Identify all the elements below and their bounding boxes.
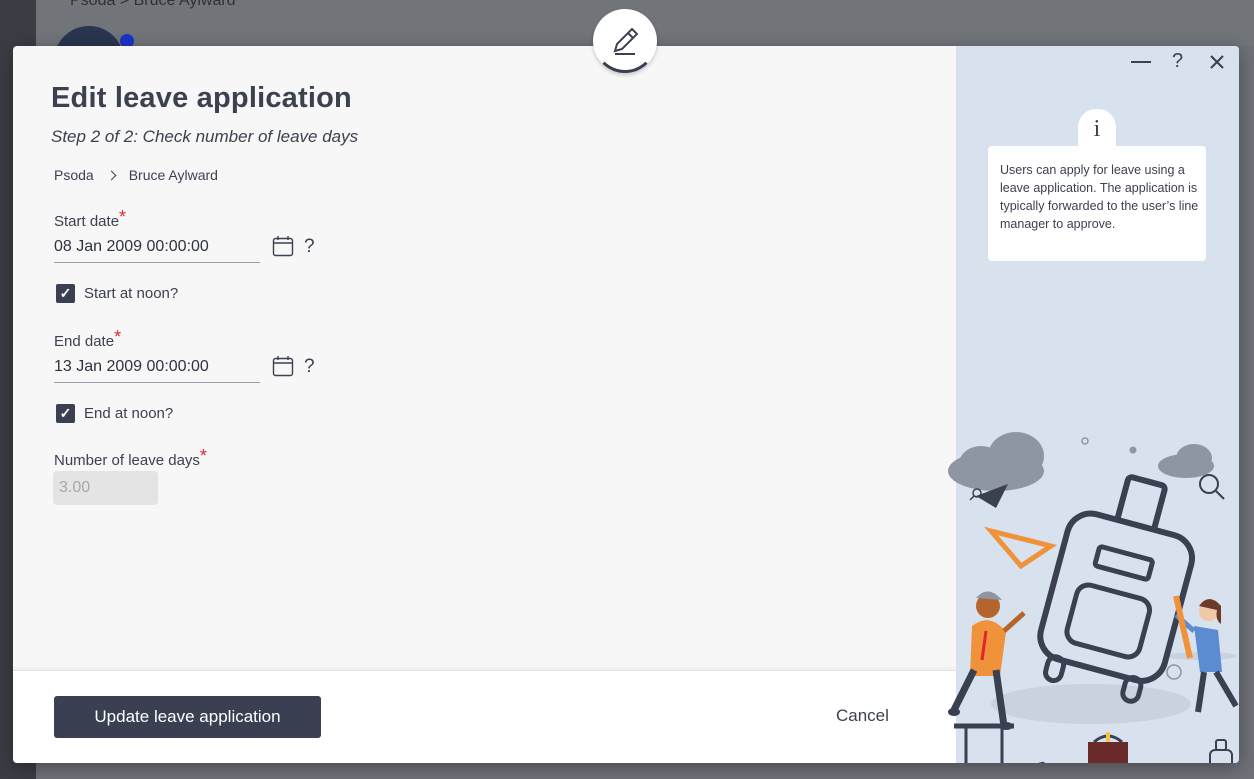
leave-days-label-text: Number of leave days: [54, 452, 200, 469]
background-breadcrumb: Psoda > Bruce Aylward: [70, 0, 236, 9]
modal-footer: Update leave application Cancel: [13, 670, 956, 763]
stool-icon: [954, 723, 1014, 763]
required-asterisk: *: [114, 327, 122, 347]
end-date-input[interactable]: [54, 354, 254, 380]
info-text: Users can apply for leave using a leave …: [1000, 163, 1199, 231]
edit-leave-modal: Edit leave application Step 2 of 2: Chec…: [13, 46, 1239, 763]
required-asterisk: *: [119, 207, 127, 227]
info-icon: i: [1078, 109, 1116, 149]
start-date-input[interactable]: [54, 234, 254, 260]
required-asterisk: *: [199, 446, 207, 466]
toolbox-icon: [1088, 732, 1128, 763]
magnifier-icon: [1199, 474, 1225, 500]
small-suitcase-icon: [1209, 739, 1233, 763]
end-date-field: [54, 354, 260, 383]
page-title: Edit leave application: [51, 82, 352, 114]
pencil-icon: [613, 27, 639, 55]
start-date-help-icon[interactable]: ?: [304, 236, 315, 258]
end-date-help-icon[interactable]: ?: [304, 356, 315, 378]
leave-days-label: Number of leave days*: [54, 446, 207, 470]
start-date-label: Start date*: [54, 207, 127, 231]
end-date-label: End date*: [54, 327, 122, 351]
help-icon[interactable]: ?: [1172, 50, 1183, 73]
breadcrumb-item-user[interactable]: Bruce Aylward: [129, 167, 218, 183]
end-noon-checkbox[interactable]: ✓: [56, 404, 75, 423]
travel-illustration: [948, 432, 1239, 763]
end-noon-row[interactable]: ✓ End at noon?: [56, 404, 173, 423]
cloud-icon: [948, 432, 1044, 491]
close-icon[interactable]: [1209, 54, 1225, 70]
start-noon-checkbox[interactable]: ✓: [56, 284, 75, 303]
start-date-field: [54, 234, 260, 263]
chevron-right-icon: [106, 170, 117, 180]
end-date-label-text: End date: [54, 333, 115, 350]
start-noon-row[interactable]: ✓ Start at noon?: [56, 284, 178, 303]
cancel-button[interactable]: Cancel: [836, 706, 889, 726]
breadcrumb: Psoda Bruce Aylward: [54, 167, 218, 183]
start-noon-label: Start at noon?: [84, 285, 179, 302]
info-bubble: Users can apply for leave using a leave …: [988, 146, 1206, 261]
suitcase-icon: [1037, 474, 1195, 704]
update-leave-application-button[interactable]: Update leave application: [54, 696, 321, 738]
end-noon-label: End at noon?: [84, 405, 174, 422]
leave-days-field: [53, 471, 158, 505]
calendar-icon[interactable]: [272, 355, 294, 377]
minimize-icon[interactable]: [1130, 54, 1152, 70]
pencil-icon: [983, 526, 1058, 570]
cloud-icon: [1158, 444, 1214, 478]
step-subtitle: Step 2 of 2: Check number of leave days: [51, 127, 359, 146]
breadcrumb-item-psoda[interactable]: Psoda: [54, 167, 94, 183]
edit-badge: [593, 9, 657, 73]
side-panel: ? i Users can apply for leave using a le…: [948, 46, 1239, 763]
calendar-icon[interactable]: [272, 235, 294, 257]
form-panel: Edit leave application Step 2 of 2: Chec…: [13, 46, 956, 666]
start-date-label-text: Start date: [54, 213, 120, 230]
leave-days-input: [53, 471, 155, 505]
